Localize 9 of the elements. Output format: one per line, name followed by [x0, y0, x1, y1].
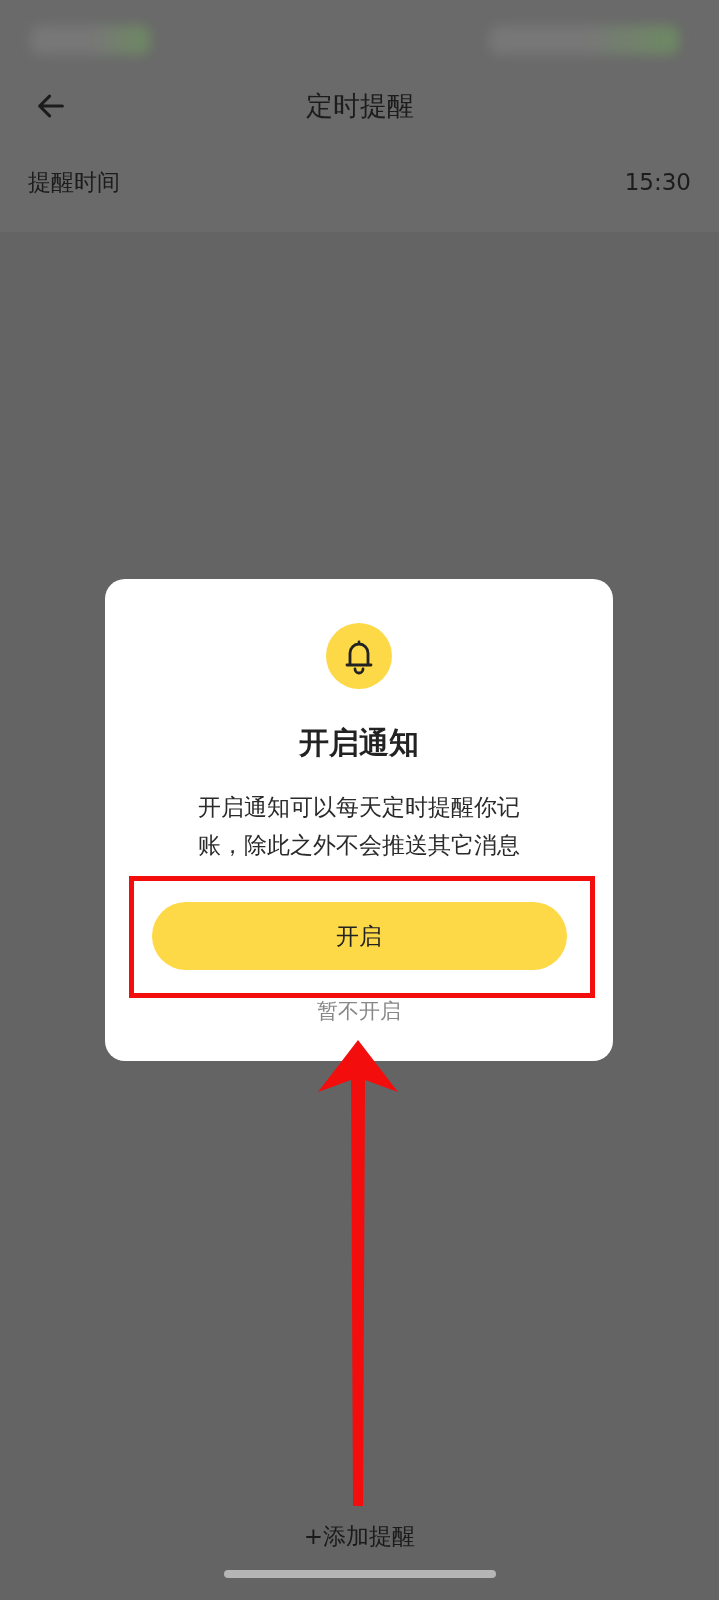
enable-button[interactable]: 开启	[151, 902, 567, 970]
reminder-time[interactable]: 15:30	[624, 169, 691, 195]
add-reminder-link[interactable]: +添加提醒	[303, 1521, 416, 1552]
dialog-message: 开启通知可以每天定时提醒你记账，除此之外不会推送其它消息	[197, 793, 521, 860]
bell-icon	[326, 623, 392, 689]
not-now-button[interactable]: 暂不开启	[317, 1000, 401, 1024]
page-title: 定时提醒	[305, 89, 414, 123]
reminder-label: 提醒时间	[28, 167, 120, 197]
dialog-title: 开启通知	[299, 724, 419, 762]
